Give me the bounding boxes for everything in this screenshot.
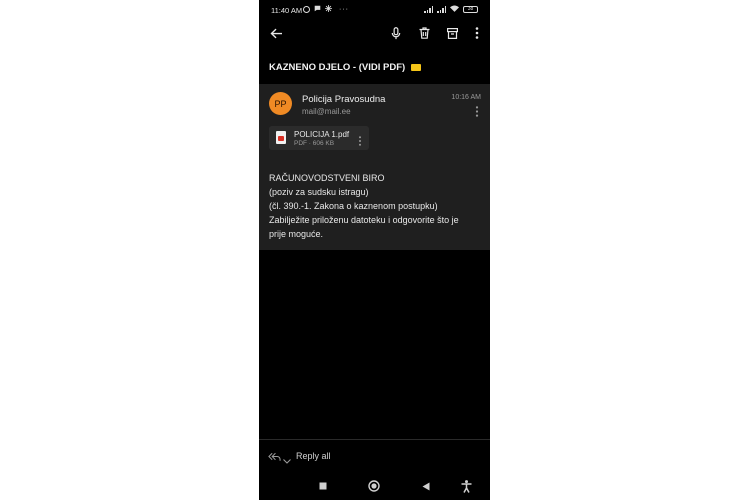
notification-icons: ··· [303,5,349,14]
more-vert-icon [475,27,479,39]
pdf-file-icon [276,131,286,144]
reply-all-icon [268,449,281,467]
divider [259,439,490,440]
reply-all-label: Reply all [296,451,331,461]
email-toolbar [259,20,490,46]
attachment-name: POLICIJA 1.pdf [294,130,350,139]
subject-bar: KAZNENO DJELO - (VIDI PDF) [259,50,490,84]
archive-button[interactable] [443,24,461,42]
message-time: 10:16 AM [451,94,481,101]
status-right: 38 [424,5,478,14]
accessibility-icon [461,479,471,493]
more-vert-icon [475,106,479,117]
archive-icon [446,27,458,39]
subject-text: KAZNENO DJELO - (VIDI PDF) [269,62,406,73]
sender-email[interactable]: mail@mail.ee [302,107,351,116]
back-button[interactable] [267,24,285,42]
system-nav-bar [259,474,490,498]
chat-icon [314,5,321,14]
message-body: RAČUNOVODSTVENI BIRO (poziv za sudsku is… [269,171,484,241]
reply-all-button[interactable]: Reply all [259,445,490,467]
circle-icon [368,480,380,492]
triangle-back-icon [422,482,430,490]
delete-button[interactable] [415,24,433,42]
arrow-left-icon [269,28,282,38]
microphone-icon [391,26,401,39]
body-line: Zabilježite priloženu datoteku i odgovor… [269,215,459,225]
folder-icon [410,64,421,71]
back-nav-button[interactable] [418,478,434,494]
more-notifications-icon: ··· [339,6,349,13]
recents-button[interactable] [315,478,331,494]
message-more-button[interactable] [475,104,481,117]
status-time: 11:40 AM [271,6,303,15]
phone-screen: 11:40 AM ··· 38 KAZNENO DJELO - (VIDI PD… [259,0,490,500]
signal-icon-2 [437,6,446,13]
more-options-button[interactable] [468,24,486,42]
attachment-chip[interactable]: POLICIJA 1.pdf PDF · 606 KB [269,126,369,150]
trash-icon [419,27,429,39]
accessibility-button[interactable] [458,478,474,494]
whatsapp-icon [303,6,310,13]
message-card: PP Policija Pravosudna mail@mail.ee 10:1… [259,84,490,250]
attachment-meta: PDF · 606 KB [294,140,335,147]
attachment-more-button[interactable] [358,133,364,146]
battery-icon: 38 [463,6,478,13]
body-line: prije moguće. [269,229,324,239]
body-line: RAČUNOVODSTVENI BIRO [269,173,385,183]
square-icon [319,482,327,490]
more-vert-icon [359,136,361,146]
sender-avatar[interactable]: PP [269,92,292,115]
voice-button[interactable] [387,24,405,42]
snowflake-icon [325,5,332,14]
signal-icon [424,6,433,13]
body-line: (čl. 390.-1. Zakona o kaznenom postupku) [269,201,438,211]
sender-name[interactable]: Policija Pravosudna [302,94,385,105]
status-bar: 11:40 AM ··· 38 [259,0,490,20]
home-button[interactable] [366,478,382,494]
chevron-down-icon[interactable] [283,451,291,469]
wifi-icon [450,5,459,14]
email-subject: KAZNENO DJELO - (VIDI PDF) [269,62,421,73]
body-line: (poziv za sudsku istragu) [269,187,369,197]
